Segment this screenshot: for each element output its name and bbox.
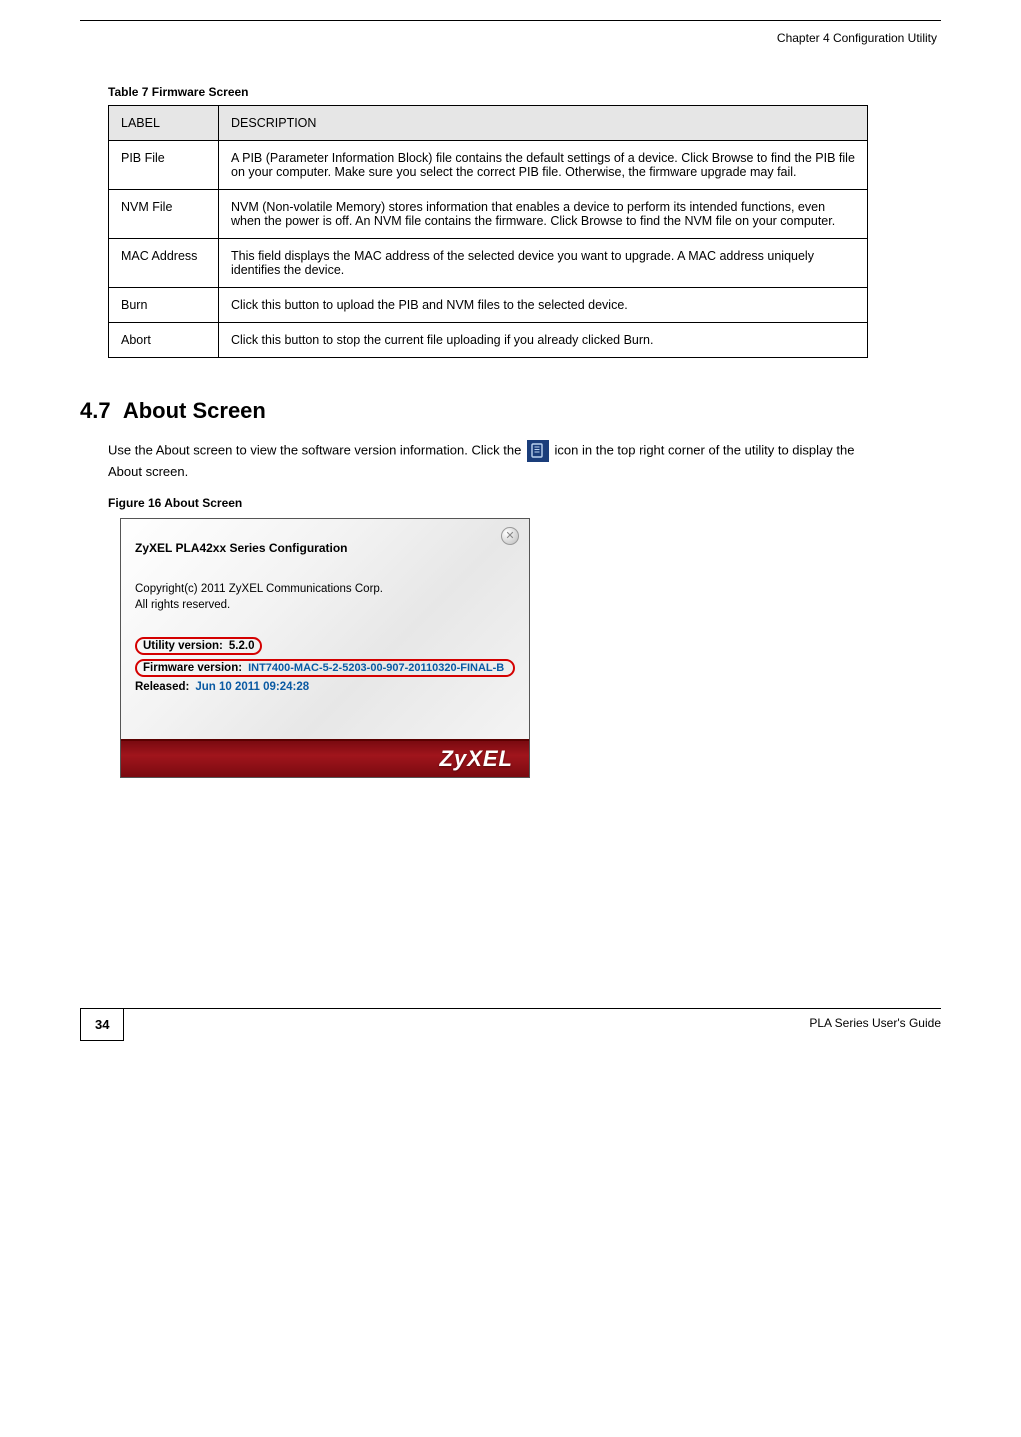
section-title-text: About Screen <box>123 398 266 423</box>
footer-rule <box>124 1008 941 1009</box>
row-desc: NVM (Non-volatile Memory) stores informa… <box>219 190 868 239</box>
table-row: Abort Click this button to stop the curr… <box>109 323 868 358</box>
table-caption: Table 7 Firmware Screen <box>108 85 941 99</box>
footer-guide: PLA Series User's Guide <box>809 1016 941 1030</box>
released-label: Released: <box>135 681 189 693</box>
row-label: Abort <box>109 323 219 358</box>
row-label: Burn <box>109 288 219 323</box>
page-number: 34 <box>80 1008 124 1041</box>
table-row: NVM File NVM (Non-volatile Memory) store… <box>109 190 868 239</box>
top-rule <box>80 20 941 21</box>
about-dialog: ✕ ZyXEL PLA42xx Series Configuration Cop… <box>120 518 530 778</box>
row-label: NVM File <box>109 190 219 239</box>
row-desc: A PIB (Parameter Information Block) file… <box>219 141 868 190</box>
table-row: PIB File A PIB (Parameter Information Bl… <box>109 141 868 190</box>
row-desc: Click this button to upload the PIB and … <box>219 288 868 323</box>
table-row: MAC Address This field displays the MAC … <box>109 239 868 288</box>
table-header-desc: DESCRIPTION <box>219 106 868 141</box>
table-row: Burn Click this button to upload the PIB… <box>109 288 868 323</box>
section-heading: 4.7 About Screen <box>80 398 941 424</box>
about-icon <box>527 440 549 462</box>
row-desc: This field displays the MAC address of t… <box>219 239 868 288</box>
chapter-label: Chapter 4 Configuration Utility <box>80 31 941 45</box>
section-number: 4.7 <box>80 398 111 423</box>
table-header-row: LABEL DESCRIPTION <box>109 106 868 141</box>
about-copyright: Copyright(c) 2011 ZyXEL Communications C… <box>135 583 515 595</box>
figure-caption: Figure 16 About Screen <box>108 496 941 510</box>
close-icon[interactable]: ✕ <box>501 527 519 545</box>
firmware-version-value: INT7400-MAC-5-2-5203-00-907-20110320-FIN… <box>248 662 504 674</box>
row-label: PIB File <box>109 141 219 190</box>
firmware-version-row: Firmware version: INT7400-MAC-5-2-5203-0… <box>135 659 515 677</box>
section-paragraph: Use the About screen to view the softwar… <box>108 440 878 482</box>
firmware-table: LABEL DESCRIPTION PIB File A PIB (Parame… <box>108 105 868 358</box>
about-footer: ZyXEL <box>121 739 529 777</box>
row-desc: Click this button to stop the current fi… <box>219 323 868 358</box>
utility-version-row: Utility version: 5.2.0 <box>135 637 515 655</box>
released-row: Released: Jun 10 2011 09:24:28 <box>135 681 515 693</box>
zyxel-logo: ZyXEL <box>440 746 513 772</box>
firmware-version-label: Firmware version: <box>143 662 242 674</box>
table-header-label: LABEL <box>109 106 219 141</box>
utility-version-value: 5.2.0 <box>229 640 255 652</box>
row-label: MAC Address <box>109 239 219 288</box>
about-title: ZyXEL PLA42xx Series Configuration <box>135 541 515 555</box>
about-rights: All rights reserved. <box>135 599 515 611</box>
released-value: Jun 10 2011 09:24:28 <box>195 681 309 693</box>
utility-version-label: Utility version: <box>143 640 223 652</box>
